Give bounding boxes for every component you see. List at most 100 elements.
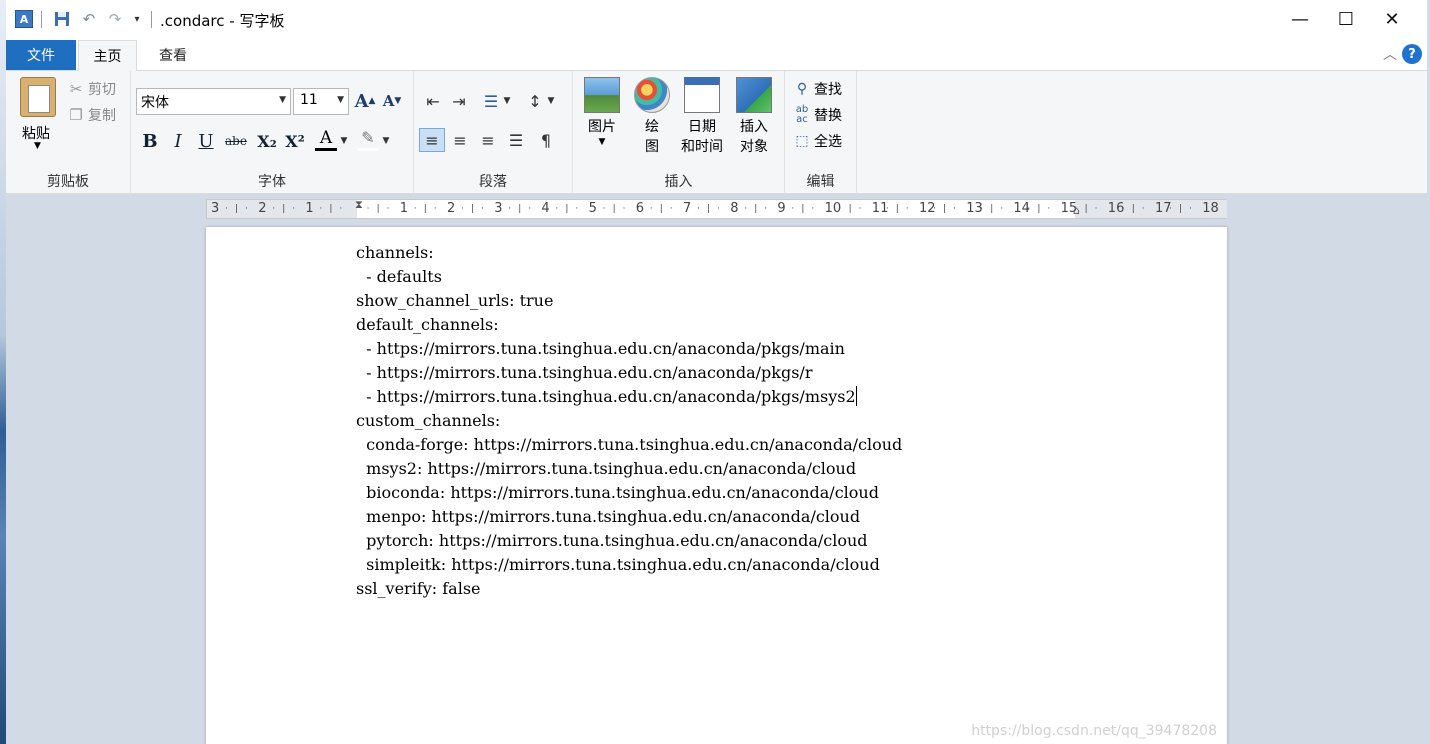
document-line[interactable]: default_channels: bbox=[356, 313, 902, 337]
grow-font-icon: A bbox=[354, 90, 369, 112]
document-line[interactable]: channels: bbox=[356, 241, 902, 265]
ruler-tick-label: 3 bbox=[494, 201, 503, 216]
title-bar: A ↶ ↷ ▾ .condarc - 写字板 — ☐ ✕ bbox=[6, 0, 1427, 38]
ruler-tick-mark: · bbox=[717, 204, 720, 214]
chevron-down-icon: ▼ bbox=[598, 137, 606, 147]
tab-file[interactable]: 文件 bbox=[6, 40, 76, 70]
close-button[interactable]: ✕ bbox=[1369, 0, 1415, 38]
paste-button[interactable]: 粘贴 bbox=[22, 123, 50, 143]
superscript-button[interactable]: X² bbox=[283, 129, 307, 153]
ruler-tick-mark: | bbox=[1179, 204, 1183, 214]
underline-button[interactable]: U bbox=[195, 129, 217, 153]
document-page[interactable]: channels: - defaults show_channel_urls: t… bbox=[206, 227, 1227, 744]
subscript-button[interactable]: X₂ bbox=[255, 129, 279, 153]
redo-icon[interactable]: ↷ bbox=[106, 10, 124, 28]
group-label: 编辑 bbox=[806, 174, 835, 190]
shrink-font-button[interactable]: A ▼ bbox=[382, 89, 402, 113]
document-line[interactable]: menpo: https://mirrors.tuna.tsinghua.edu… bbox=[356, 505, 902, 529]
group-label: 插入 bbox=[664, 174, 693, 190]
ruler-tick-mark: · bbox=[508, 204, 512, 214]
cut-button[interactable]: ✂ 剪切 bbox=[68, 79, 116, 99]
indent-marker-icon[interactable]: ⧗ bbox=[355, 198, 363, 212]
ruler-tick-mark: | bbox=[659, 204, 663, 214]
ruler-tick-mark: | bbox=[943, 204, 947, 214]
document-line[interactable]: - https://mirrors.tuna.tsinghua.edu.cn/a… bbox=[356, 361, 902, 385]
insert-picture-button[interactable]: 图片 ▼ bbox=[577, 77, 627, 147]
document-line[interactable]: - https://mirrors.tuna.tsinghua.edu.cn/a… bbox=[356, 337, 902, 361]
document-text[interactable]: channels: - defaults show_channel_urls: t… bbox=[356, 241, 902, 601]
document-line[interactable]: custom_channels: bbox=[356, 409, 902, 433]
ruler-tick-label: 4 bbox=[541, 201, 550, 216]
document-line[interactable]: - https://mirrors.tuna.tsinghua.edu.cn/a… bbox=[356, 385, 902, 409]
right-indent-marker-icon[interactable]: ⌂ bbox=[1073, 204, 1080, 217]
help-icon[interactable]: ? bbox=[1402, 44, 1422, 64]
chevron-down-icon[interactable]: ▼ bbox=[34, 141, 41, 151]
tab-view[interactable]: 查看 bbox=[143, 40, 203, 70]
chevron-down-icon[interactable]: ▼ bbox=[544, 89, 558, 113]
wordpad-window: A ↶ ↷ ▾ .condarc - 写字板 — ☐ ✕ 文件 主页 查看 ︿ … bbox=[6, 0, 1427, 744]
ruler-tick-mark: | bbox=[1037, 204, 1041, 214]
undo-icon[interactable]: ↶ bbox=[80, 10, 98, 28]
decrease-indent-icon[interactable]: ⇤ bbox=[420, 89, 446, 113]
document-line[interactable]: conda-forge: https://mirrors.tuna.tsingh… bbox=[356, 433, 902, 457]
align-center-icon[interactable]: ≡ bbox=[447, 128, 473, 152]
ruler-tick-mark: | bbox=[329, 204, 333, 214]
customize-dropdown-icon[interactable]: ▾ bbox=[128, 10, 146, 28]
paste-icon[interactable] bbox=[20, 77, 56, 117]
ruler-tick-mark: · bbox=[1121, 204, 1125, 214]
ruler-tick-mark: | bbox=[1084, 204, 1088, 214]
ruler-tick-mark: · bbox=[980, 204, 984, 214]
ruler[interactable]: 3 · | · 2 · | · 1 · | · · | · 1 · | · 2 · | · 3 · | · 4 · | · 5 · | · 6 · | · 7… bbox=[206, 198, 1227, 219]
ruler-tick-label: 2 bbox=[447, 201, 456, 216]
paragraph-settings-icon[interactable]: ¶ bbox=[533, 128, 559, 152]
italic-button[interactable]: I bbox=[167, 129, 189, 153]
font-size-select[interactable]: 11 ▼ bbox=[293, 88, 349, 115]
copy-button[interactable]: ❐ 复制 bbox=[68, 105, 116, 125]
font-family-select[interactable]: 宋体 ▼ bbox=[136, 88, 291, 115]
chevron-down-icon[interactable]: ▼ bbox=[500, 89, 514, 113]
replace-button[interactable]: ab ac 替换 bbox=[793, 105, 842, 125]
align-left-icon[interactable]: ≡ bbox=[419, 128, 445, 152]
collapse-ribbon-icon[interactable]: ︿ bbox=[1383, 44, 1397, 64]
insert-object-button[interactable]: 插入 对象 bbox=[729, 77, 779, 157]
minimize-button[interactable]: — bbox=[1277, 0, 1323, 38]
paint-drawing-button[interactable]: 绘 图 bbox=[627, 77, 677, 157]
grow-font-button[interactable]: A ▲ bbox=[354, 89, 376, 113]
copy-icon: ❐ bbox=[69, 106, 83, 124]
select-all-button[interactable]: ⬚ 全选 bbox=[793, 131, 842, 151]
document-line[interactable]: ssl_verify: false bbox=[356, 577, 902, 601]
datetime-button[interactable]: 日期 和时间 bbox=[677, 77, 727, 157]
ruler-tick-mark: · bbox=[838, 204, 842, 214]
document-line[interactable]: simpleitk: https://mirrors.tuna.tsinghua… bbox=[356, 553, 902, 577]
select-all-icon: ⬚ bbox=[795, 133, 809, 149]
chevron-down-icon[interactable]: ▼ bbox=[339, 129, 349, 153]
document-line[interactable]: pytorch: https://mirrors.tuna.tsinghua.e… bbox=[356, 529, 902, 553]
justify-icon[interactable]: ☰ bbox=[503, 128, 529, 152]
strikethrough-button[interactable]: abe bbox=[223, 129, 249, 153]
ribbon-tabs: 文件 主页 查看 ︿ ? bbox=[6, 38, 1427, 72]
wordpad-icon[interactable]: A bbox=[15, 10, 33, 28]
object-label-2: 对象 bbox=[740, 139, 768, 155]
maximize-button[interactable]: ☐ bbox=[1323, 0, 1369, 38]
tab-home[interactable]: 主页 bbox=[78, 40, 137, 72]
ruler-tick-mark: · bbox=[319, 204, 323, 214]
chevron-down-icon: ▼ bbox=[279, 95, 286, 105]
ruler-tick-mark: | bbox=[990, 204, 994, 214]
align-right-icon[interactable]: ≡ bbox=[475, 128, 501, 152]
highlight-icon[interactable]: ✎ bbox=[357, 127, 379, 151]
save-icon[interactable] bbox=[53, 10, 71, 28]
ruler-tick-mark: · bbox=[461, 204, 464, 214]
ruler-tick-mark: | bbox=[801, 204, 805, 214]
increase-indent-icon[interactable]: ⇥ bbox=[446, 89, 472, 113]
document-line[interactable]: - defaults bbox=[356, 265, 902, 289]
find-button[interactable]: ⚲ 查找 bbox=[793, 79, 842, 99]
editing-group: ⚲ 查找 ab ac 替换 ⬚ 全选 编辑 bbox=[785, 71, 857, 194]
document-line[interactable]: msys2: https://mirrors.tuna.tsinghua.edu… bbox=[356, 457, 902, 481]
document-line[interactable]: show_channel_urls: true bbox=[356, 289, 902, 313]
chevron-down-icon[interactable]: ▼ bbox=[381, 129, 391, 153]
bold-button[interactable]: B bbox=[139, 129, 161, 153]
picture-label: 图片 bbox=[588, 119, 616, 135]
text-color-button[interactable]: A bbox=[315, 127, 337, 151]
ruler-tick-mark: · bbox=[1141, 204, 1145, 214]
document-line[interactable]: bioconda: https://mirrors.tuna.tsinghua.… bbox=[356, 481, 902, 505]
